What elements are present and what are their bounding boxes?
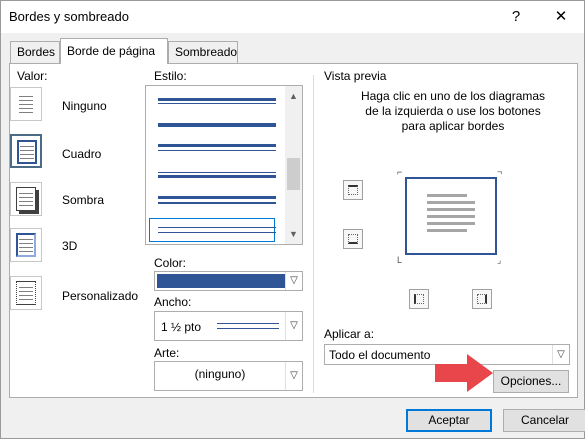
color-label: Color: (154, 256, 187, 270)
scroll-up-icon[interactable]: ▲ (285, 88, 302, 105)
bottom-border-button[interactable] (343, 229, 363, 249)
style-option-selected[interactable] (149, 218, 276, 242)
none-border-icon[interactable] (10, 87, 42, 121)
style-option-double[interactable] (158, 98, 276, 101)
window-title: Bordes y sombreado (9, 9, 129, 24)
chevron-down-icon[interactable]: ▽ (552, 345, 569, 364)
chevron-down-icon[interactable]: ▽ (285, 272, 302, 290)
left-border-icon (414, 294, 424, 304)
color-dropdown[interactable]: ▽ (154, 271, 303, 291)
chevron-down-icon[interactable]: ▽ (285, 312, 302, 340)
tab-borde-de-pagina[interactable]: Borde de página (60, 38, 168, 64)
preview-hint: Haga clic en uno de los diagramas de la … (360, 89, 546, 133)
width-dropdown[interactable]: 1 ½ pto ▽ (154, 311, 303, 341)
scroll-down-icon[interactable]: ▼ (285, 226, 302, 243)
style-scrollbar[interactable]: ▲ ▼ (285, 86, 302, 244)
custom-border-icon[interactable] (10, 276, 42, 310)
preview-label: Vista previa (324, 69, 387, 83)
apply-to-value: Todo el documento (329, 348, 431, 362)
color-swatch (157, 274, 285, 288)
setting-option-personalizado[interactable]: Personalizado (62, 289, 138, 303)
setting-label: Valor: (17, 69, 48, 83)
box-border-icon[interactable] (10, 134, 42, 168)
close-button[interactable]: ✕ (538, 1, 584, 33)
bottom-border-icon (348, 234, 358, 244)
borders-and-shading-dialog: Bordes y sombreado ? ✕ Bordes Borde de p… (0, 0, 585, 439)
ok-button[interactable]: Aceptar (406, 409, 492, 432)
apply-to-label: Aplicar a: (324, 327, 375, 341)
chevron-down-icon[interactable]: ▽ (285, 362, 302, 390)
art-dropdown[interactable]: (ninguno) ▽ (154, 361, 303, 391)
options-button[interactable]: Opciones... (493, 370, 569, 393)
top-border-icon (348, 185, 358, 195)
setting-option-cuadro[interactable]: Cuadro (62, 147, 101, 161)
art-value: (ninguno) (194, 367, 246, 381)
3d-border-icon[interactable] (10, 228, 42, 262)
scroll-thumb[interactable] (287, 158, 300, 190)
style-option-thick[interactable] (158, 123, 276, 127)
shadow-border-icon[interactable] (10, 182, 42, 216)
style-option-triple[interactable] (158, 196, 276, 199)
left-border-button[interactable] (409, 289, 429, 309)
tab-bordes[interactable]: Bordes (10, 41, 60, 63)
width-value: 1 ½ pto (161, 320, 202, 334)
tab-sombreado[interactable]: Sombreado (168, 41, 238, 63)
preview-page[interactable] (405, 177, 497, 255)
title-bar: Bordes y sombreado ? ✕ (1, 1, 584, 33)
setting-option-ninguno[interactable]: Ninguno (62, 99, 107, 113)
right-border-icon (477, 294, 487, 304)
style-option-thin-thick[interactable] (158, 172, 276, 173)
top-border-button[interactable] (343, 180, 363, 200)
setting-option-3d[interactable]: 3D (62, 239, 77, 253)
style-label: Estilo: (154, 69, 187, 83)
art-label: Arte: (154, 346, 180, 360)
style-listbox[interactable]: ▲ ▼ (145, 85, 303, 245)
red-arrow-icon (435, 354, 493, 392)
help-button[interactable]: ? (493, 1, 539, 33)
style-option-thick-thin[interactable] (158, 144, 276, 147)
right-border-button[interactable] (472, 289, 492, 309)
setting-option-sombra[interactable]: Sombra (62, 193, 104, 207)
cancel-button[interactable]: Cancelar (503, 409, 585, 432)
width-label: Ancho: (154, 295, 192, 309)
